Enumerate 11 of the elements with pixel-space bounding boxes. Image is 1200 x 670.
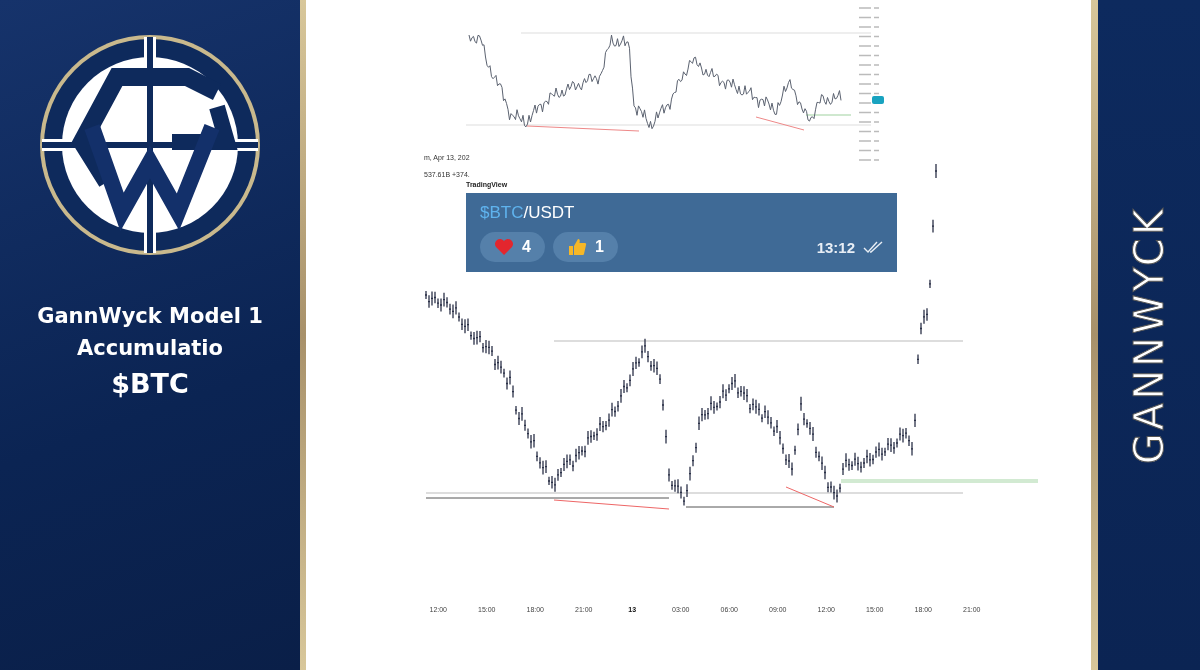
ticker-link[interactable]: $BTC xyxy=(480,203,524,223)
pair-text: /USDT xyxy=(523,203,575,223)
reaction-button[interactable]: 4 xyxy=(480,232,545,262)
ticker-text: $BTC xyxy=(111,368,189,399)
subtitle-text: Accumulatio xyxy=(77,336,223,360)
brand-text: GANNWYCK xyxy=(1126,205,1172,465)
message-time: 13:12 xyxy=(816,238,855,256)
heart-icon xyxy=(494,238,514,256)
title-text: GannWyck Model 1 xyxy=(37,304,263,328)
reaction-button[interactable]: 1 xyxy=(552,232,618,262)
thumbs-up-icon xyxy=(566,238,587,256)
